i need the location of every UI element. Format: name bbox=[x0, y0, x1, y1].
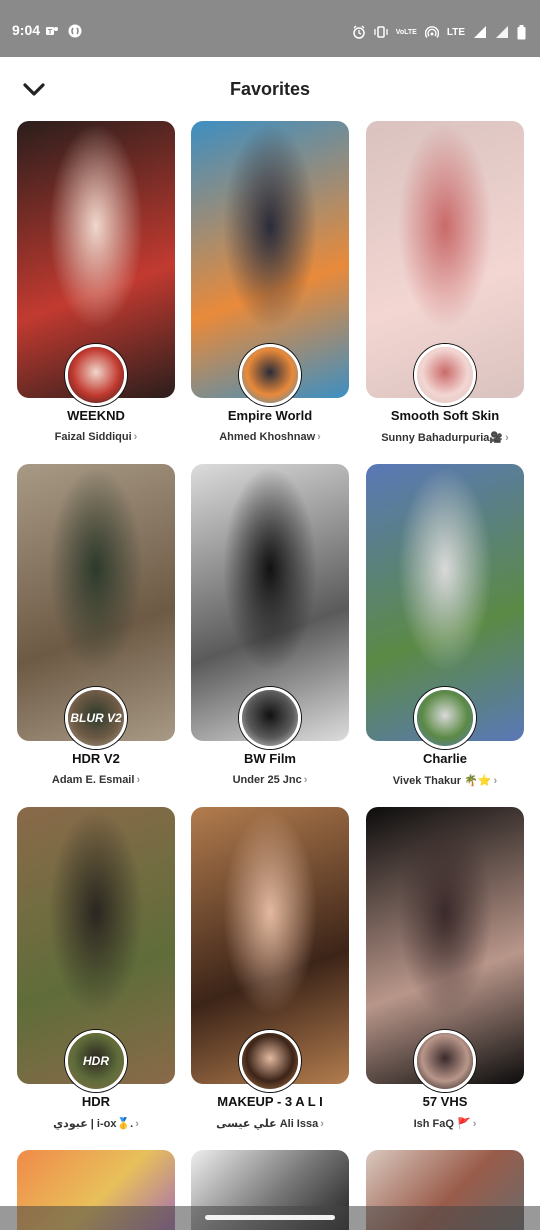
chevron-right-icon: › bbox=[320, 1118, 324, 1130]
home-handle[interactable] bbox=[205, 1215, 335, 1220]
lens-avatar-image bbox=[417, 347, 473, 403]
favorites-grid: WEEKND Faizal Siddiqui › Empire World Ahmed … bbox=[0, 0, 540, 1230]
lens-creator-name: Sunny Bahadurpuria🎥 bbox=[381, 432, 504, 444]
lens-avatar[interactable] bbox=[414, 344, 476, 406]
lens-name: Charlie bbox=[422, 751, 468, 766]
lens-avatar[interactable] bbox=[414, 687, 476, 749]
lens-name: HDR V2 bbox=[72, 751, 120, 766]
lens-avatar-image bbox=[242, 1033, 298, 1089]
lens-name: HDR bbox=[81, 1094, 111, 1109]
lens-name: BW Film bbox=[244, 751, 296, 766]
lens-creator-name: Vivek Thakur 🌴⭐ bbox=[392, 775, 492, 787]
lens-avatar[interactable]: BLUR V2 bbox=[65, 687, 127, 749]
chevron-right-icon: › bbox=[493, 775, 498, 787]
chevron-right-icon: › bbox=[135, 1118, 139, 1130]
lens-avatar-image bbox=[417, 690, 473, 746]
lens-name: WEEKND bbox=[67, 408, 125, 423]
lens-creator-link[interactable]: Faizal Siddiqui › bbox=[11, 431, 181, 443]
lens-avatar-image bbox=[242, 690, 298, 746]
lens-creator-link[interactable]: Under 25 Jnc › bbox=[185, 774, 355, 786]
lens-creator-link[interactable]: Sunny Bahadurpuria🎥 › bbox=[360, 431, 530, 444]
lens-avatar-image bbox=[68, 347, 124, 403]
lens-creator-name: عبودي | i-ox🥇. bbox=[53, 1118, 134, 1130]
lens-creator-name: علي عيسى Ali Issa bbox=[216, 1118, 319, 1130]
lens-creator-link[interactable]: Adam E. Esmail › bbox=[11, 774, 181, 786]
lens-name: MAKEUP - 3 A L I bbox=[217, 1094, 323, 1109]
chevron-right-icon: › bbox=[317, 431, 321, 443]
lens-creator-name: Adam E. Esmail bbox=[51, 774, 135, 786]
lens-avatar-image bbox=[242, 347, 298, 403]
lens-avatar[interactable]: HDR bbox=[65, 1030, 127, 1092]
lens-creator-link[interactable]: Ish FaQ 🚩 › bbox=[360, 1117, 530, 1130]
lens-avatar[interactable] bbox=[239, 344, 301, 406]
lens-creator-link[interactable]: Ahmed Khoshnaw › bbox=[185, 431, 355, 443]
lens-name: Empire World bbox=[227, 408, 313, 423]
chevron-right-icon: › bbox=[505, 432, 509, 444]
lens-creator-name: Faizal Siddiqui bbox=[54, 431, 132, 443]
lens-avatar[interactable] bbox=[414, 1030, 476, 1092]
lens-name: 57 VHS bbox=[422, 1094, 468, 1109]
lens-creator-link[interactable]: Vivek Thakur 🌴⭐ › bbox=[360, 774, 530, 787]
chevron-right-icon: › bbox=[303, 774, 308, 786]
chevron-right-icon: › bbox=[133, 431, 138, 443]
navigation-bar bbox=[0, 1206, 540, 1230]
lens-avatar[interactable] bbox=[239, 1030, 301, 1092]
chevron-right-icon: › bbox=[472, 1118, 477, 1130]
lens-avatar-label: HDR bbox=[83, 1053, 109, 1068]
lens-avatar-image bbox=[417, 1033, 473, 1089]
lens-creator-name: Under 25 Jnc bbox=[232, 774, 302, 786]
lens-name: Smooth Soft Skin bbox=[390, 408, 500, 423]
lens-avatar-label: BLUR V2 bbox=[70, 710, 122, 725]
lens-creator-name: Ahmed Khoshnaw bbox=[219, 431, 316, 443]
lens-creator-link[interactable]: عبودي | i-ox🥇. › bbox=[11, 1117, 181, 1130]
chevron-right-icon: › bbox=[136, 774, 141, 786]
lens-avatar[interactable] bbox=[239, 687, 301, 749]
lens-creator-link[interactable]: علي عيسى Ali Issa › bbox=[185, 1117, 355, 1130]
lens-creator-name: Ish FaQ 🚩 bbox=[413, 1118, 471, 1130]
lens-avatar[interactable] bbox=[65, 344, 127, 406]
